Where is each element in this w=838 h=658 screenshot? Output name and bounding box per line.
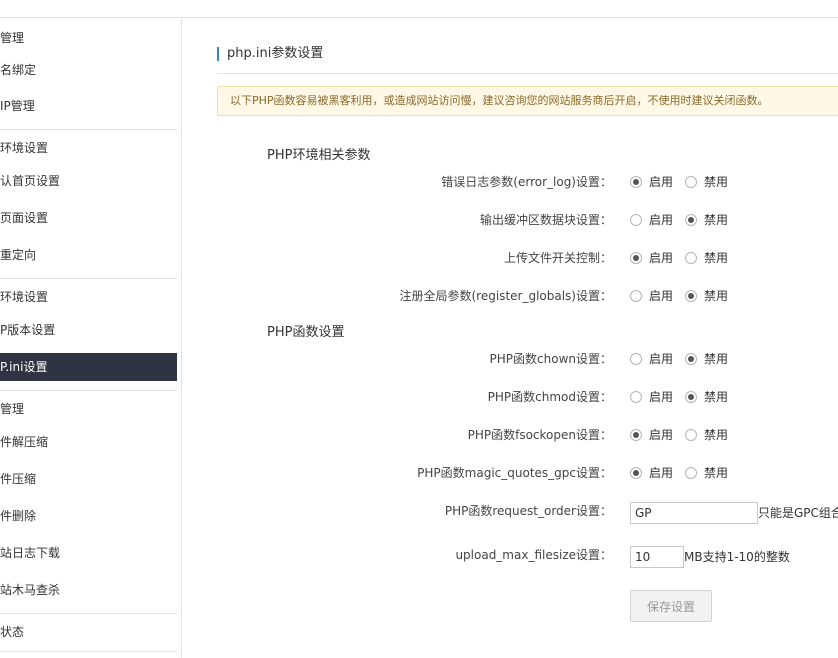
row-label: PHP函数magic_quotes_gpc设置： (417, 466, 612, 480)
row-label: PHP函数chown设置： (489, 352, 612, 366)
disable-label: 禁用 (704, 213, 729, 227)
notice-banner: 以下PHP函数容易被黑客利用，或造成网站访问慢，建议咨询您的网站服务商后开启，不… (217, 86, 838, 116)
enable-radio[interactable] (630, 353, 642, 365)
sidebar-divider (0, 390, 177, 391)
enable-label: 启用 (649, 251, 674, 265)
disable-label: 禁用 (704, 251, 729, 265)
disable-radio[interactable] (685, 252, 698, 264)
radio-group: 启用 禁用 (630, 350, 740, 368)
request-order-hint: 只能是GPC组合 (758, 506, 838, 520)
disable-radio[interactable] (685, 214, 698, 226)
section-title-env: PHP环境相关参数 (267, 148, 371, 163)
disable-label: 禁用 (704, 289, 729, 303)
sidebar-item[interactable]: 认首页设置 (0, 167, 177, 195)
sidebar-item[interactable]: 状态 (0, 618, 177, 646)
sidebar-item[interactable]: 页面设置 (0, 204, 177, 232)
radio-group: 启用 禁用 (630, 388, 740, 406)
sidebar-divider (0, 613, 177, 614)
disable-radio[interactable] (685, 290, 698, 302)
enable-radio[interactable] (630, 467, 642, 479)
page-title: php.ini参数设置 (227, 46, 324, 61)
sidebar-divider (0, 129, 177, 130)
section-title-functions: PHP函数设置 (267, 325, 345, 340)
row-label: PHP函数request_order设置： (444, 504, 612, 518)
enable-label: 启用 (649, 352, 674, 366)
row-label: 注册全局参数(register_globals)设置： (399, 289, 613, 303)
enable-label: 启用 (649, 466, 674, 480)
request-order-input[interactable] (630, 502, 758, 524)
sidebar-item[interactable]: 管理 (0, 24, 177, 52)
disable-label: 禁用 (704, 428, 729, 442)
sidebar-divider (0, 278, 177, 279)
sidebar-item[interactable]: 管理 (0, 395, 177, 423)
row-label: 错误日志参数(error_log)设置： (441, 175, 612, 189)
disable-label: 禁用 (704, 175, 729, 189)
radio-group: 启用 禁用 (630, 464, 740, 482)
disable-label: 禁用 (704, 390, 729, 404)
sidebar-item[interactable]: P版本设置 (0, 316, 177, 344)
top-bar (0, 0, 838, 18)
sidebar-item[interactable]: 件删除 (0, 502, 177, 530)
sidebar: 管理 名绑定 IP管理 环境设置 认首页设置 页面设置 重定向 环境设置 P版本… (0, 18, 182, 658)
enable-label: 启用 (649, 175, 674, 189)
sidebar-item[interactable]: 重定向 (0, 241, 177, 269)
enable-label: 启用 (649, 390, 674, 404)
radio-group: 启用 禁用 (630, 426, 740, 444)
sidebar-divider (0, 651, 177, 652)
row-label: upload_max_filesize设置： (455, 548, 612, 562)
sidebar-item[interactable]: 站日志下载 (0, 539, 177, 567)
disable-radio[interactable] (685, 176, 698, 188)
radio-group: 启用 禁用 (630, 211, 740, 229)
sidebar-item-php-ini-active[interactable]: P.ini设置 (0, 353, 177, 381)
enable-radio[interactable] (630, 429, 642, 441)
disable-radio[interactable] (685, 467, 698, 479)
title-accent-bar (217, 47, 219, 61)
enable-label: 启用 (649, 289, 674, 303)
row-label: PHP函数fsockopen设置： (467, 428, 612, 442)
enable-radio[interactable] (630, 176, 642, 188)
sidebar-item[interactable]: 环境设置 (0, 283, 177, 311)
radio-group: 启用 禁用 (630, 249, 740, 267)
row-label: PHP函数chmod设置： (487, 390, 612, 404)
save-button[interactable]: 保存设置 (630, 590, 712, 622)
page-header: php.ini参数设置 (217, 44, 838, 74)
radio-group: 启用 禁用 (630, 287, 740, 305)
radio-group: 启用 禁用 (630, 173, 740, 191)
upload-max-input[interactable] (630, 546, 684, 568)
disable-radio[interactable] (685, 429, 698, 441)
disable-label: 禁用 (704, 466, 729, 480)
enable-radio[interactable] (630, 391, 642, 403)
sidebar-item[interactable]: 名绑定 (0, 56, 177, 84)
sidebar-item[interactable]: 件解压缩 (0, 428, 177, 456)
disable-label: 禁用 (704, 352, 729, 366)
enable-label: 启用 (649, 213, 674, 227)
enable-radio[interactable] (630, 214, 642, 226)
sidebar-item[interactable]: 件压缩 (0, 465, 177, 493)
enable-label: 启用 (649, 428, 674, 442)
disable-radio[interactable] (685, 391, 698, 403)
sidebar-item[interactable]: 站木马查杀 (0, 576, 177, 604)
row-label: 输出缓冲区数据块设置： (479, 213, 612, 227)
enable-radio[interactable] (630, 252, 642, 264)
sidebar-item[interactable]: 环境设置 (0, 134, 177, 162)
sidebar-item[interactable]: IP管理 (0, 92, 177, 120)
disable-radio[interactable] (685, 353, 698, 365)
main-content: php.ini参数设置 以下PHP函数容易被黑客利用，或造成网站访问慢，建议咨询… (183, 18, 838, 658)
enable-radio[interactable] (630, 290, 642, 302)
row-label: 上传文件开关控制： (503, 251, 612, 265)
upload-max-hint: MB支持1-10的整数 (684, 550, 790, 564)
